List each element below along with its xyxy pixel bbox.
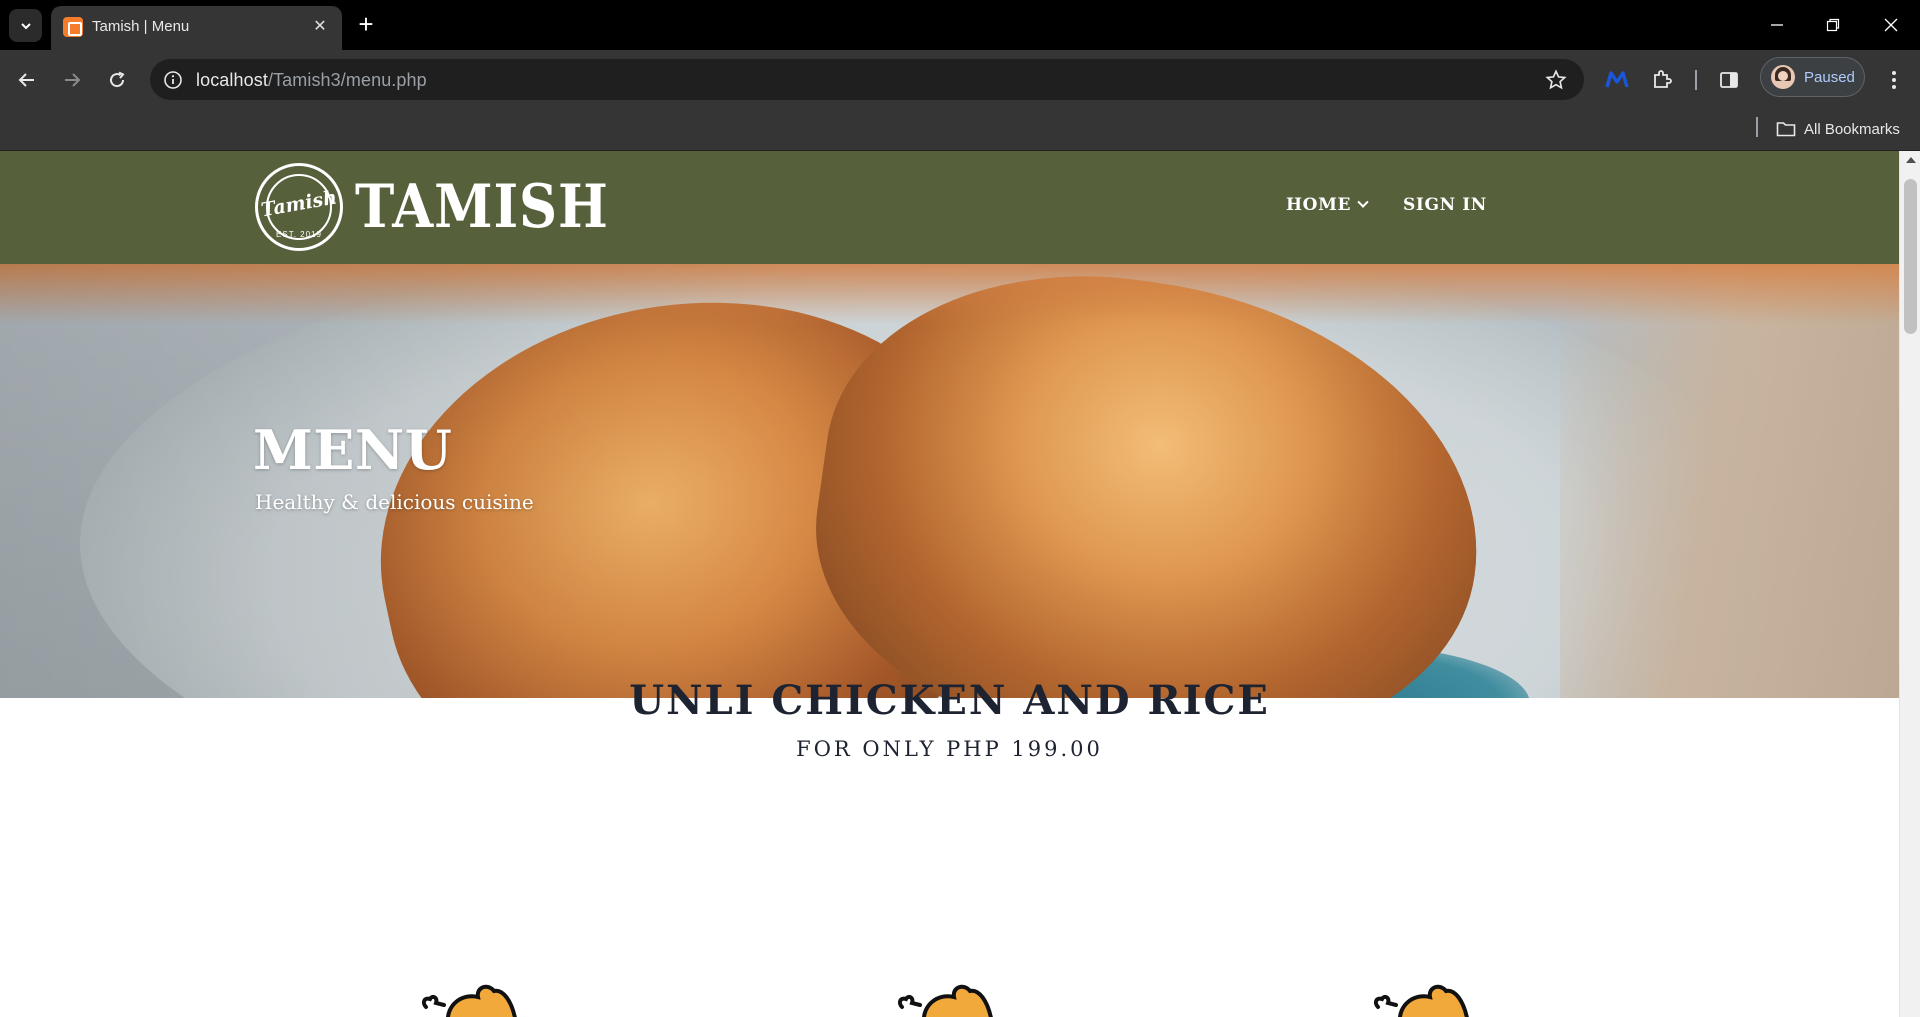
- page-subtitle: Healthy & delicious cuisine: [255, 490, 534, 514]
- scroll-up-arrow-icon[interactable]: [1906, 157, 1916, 163]
- profile-button[interactable]: Paused: [1760, 57, 1865, 97]
- logo-seal-est: EST. 2019: [276, 230, 322, 239]
- forward-button[interactable]: [57, 65, 87, 95]
- browser-toolbar: localhost/Tamish3/menu.php Paused: [0, 50, 1920, 108]
- reload-icon: [110, 71, 125, 88]
- promo-subtitle: FOR ONLY PHP 199.00: [796, 737, 1103, 761]
- restore-button[interactable]: [1813, 10, 1853, 40]
- bookmark-star-icon[interactable]: [1544, 68, 1568, 92]
- hero-banner: MENU Healthy & delicious cuisine: [0, 264, 1899, 698]
- side-panel-icon[interactable]: [1714, 65, 1744, 95]
- site-header: Tamish EST. 2019 TAMISH HOME SIGN IN: [0, 151, 1899, 264]
- arrow-left-icon: [18, 73, 34, 87]
- close-icon: [1884, 18, 1898, 32]
- nav-home[interactable]: HOME: [1286, 195, 1369, 215]
- url-text: localhost/Tamish3/menu.php: [196, 70, 427, 91]
- scrollbar-thumb[interactable]: [1904, 179, 1917, 334]
- promo-title: UNLI CHICKEN AND RICE: [629, 677, 1270, 724]
- toolbar-divider: [1695, 70, 1697, 90]
- all-bookmarks-button[interactable]: All Bookmarks: [1776, 117, 1900, 141]
- reload-button[interactable]: [102, 65, 132, 95]
- arrow-right-icon: [65, 73, 81, 87]
- address-bar[interactable]: localhost/Tamish3/menu.php: [150, 59, 1584, 100]
- profile-status-label: Paused: [1804, 69, 1855, 86]
- brand-name: TAMISH: [355, 172, 609, 242]
- nav-sign-in-label: SIGN IN: [1403, 195, 1487, 215]
- extension-m-icon[interactable]: [1602, 65, 1632, 95]
- nav-sign-in[interactable]: SIGN IN: [1403, 195, 1487, 215]
- more-menu-icon[interactable]: [1879, 65, 1909, 95]
- chicken-icon: [421, 984, 517, 1017]
- nav-home-label: HOME: [1286, 195, 1352, 215]
- minimize-button[interactable]: [1757, 10, 1797, 40]
- bookmarks-divider: [1756, 117, 1758, 137]
- page-viewport: Tamish EST. 2019 TAMISH HOME SIGN IN MEN…: [0, 151, 1899, 1017]
- all-bookmarks-label: All Bookmarks: [1804, 120, 1900, 138]
- page-scrollbar[interactable]: [1899, 151, 1920, 1017]
- site-logo[interactable]: Tamish EST. 2019 TAMISH: [255, 163, 643, 251]
- minimize-icon: [1771, 24, 1783, 26]
- restore-icon: [1826, 18, 1840, 32]
- tab-title: Tamish | Menu: [92, 18, 190, 35]
- url-host: localhost: [196, 70, 268, 90]
- back-button[interactable]: [12, 65, 42, 95]
- chevron-down-icon: [20, 22, 31, 29]
- chicken-icon: [897, 984, 993, 1017]
- extensions-puzzle-icon[interactable]: [1647, 65, 1677, 95]
- chevron-down-icon: [1357, 196, 1369, 208]
- close-window-button[interactable]: [1871, 10, 1911, 40]
- browser-tab-active[interactable]: Tamish | Menu ✕: [51, 6, 342, 50]
- browser-tabstrip: Tamish | Menu ✕ +: [0, 0, 1920, 50]
- page-title: MENU: [253, 418, 453, 482]
- avatar: [1771, 65, 1795, 89]
- chicken-icon: [1373, 984, 1469, 1017]
- site-favicon-icon: [63, 17, 83, 37]
- main-nav: HOME SIGN IN: [1286, 195, 1487, 215]
- new-tab-button[interactable]: +: [352, 11, 380, 39]
- site-info-icon[interactable]: [160, 67, 186, 93]
- tab-close-icon[interactable]: ✕: [308, 14, 332, 38]
- bookmarks-bar: All Bookmarks: [0, 108, 1920, 151]
- folder-icon: [1776, 122, 1796, 137]
- logo-seal-icon: Tamish EST. 2019: [255, 163, 343, 251]
- tab-search-button[interactable]: [9, 9, 42, 42]
- url-path: /Tamish3/menu.php: [267, 70, 427, 90]
